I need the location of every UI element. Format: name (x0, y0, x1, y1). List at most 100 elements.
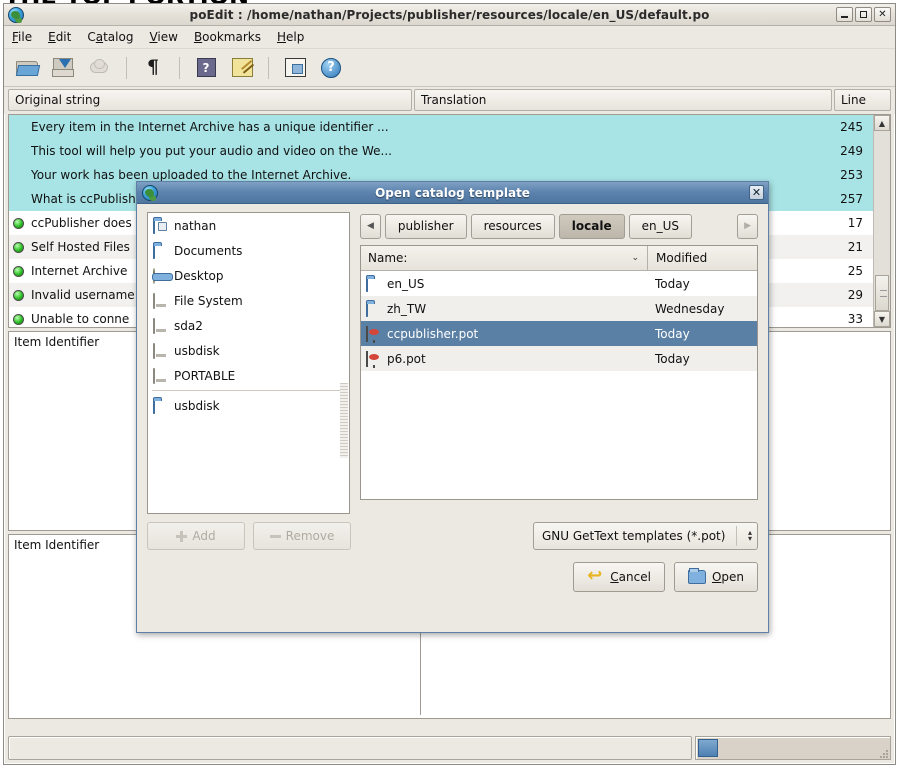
file-type-filter-select[interactable]: GNU GetText templates (*.pot) ▴ ▾ (533, 522, 758, 550)
file-name: en_US (387, 276, 425, 291)
toolbar-separator-1 (126, 56, 127, 79)
update-button[interactable] (84, 53, 116, 83)
menu-edit[interactable]: Edit (48, 30, 71, 44)
edit-comment-button[interactable] (226, 53, 258, 83)
breadcrumb-publisher[interactable]: publisher (384, 213, 467, 239)
status-message (8, 736, 692, 760)
sidebar-item-documents[interactable]: Documents (148, 238, 349, 263)
file-row-name-cell: zh_TW (361, 300, 647, 317)
minimize-button[interactable] (836, 7, 853, 22)
sidebar-item-usbdisk-bookmark[interactable]: usbdisk (148, 393, 349, 418)
file-modified: Today (655, 351, 690, 366)
file-row[interactable]: en_US Today (361, 271, 757, 296)
menu-view[interactable]: View (149, 30, 177, 44)
places-scrollbar[interactable] (340, 383, 348, 458)
folder-icon (153, 397, 170, 414)
pilcrow-icon: ¶ (146, 56, 160, 78)
file-row[interactable]: p6.pot Today (361, 346, 757, 371)
sidebar-item-usbdisk[interactable]: usbdisk (148, 338, 349, 363)
chevron-down-icon: ⌄ (631, 253, 639, 263)
maximize-button[interactable] (855, 7, 872, 22)
column-header-original[interactable]: Original string (8, 89, 412, 111)
fullscreen-button[interactable] (279, 53, 311, 83)
close-button[interactable]: ✕ (874, 7, 891, 22)
window-controls: ✕ (836, 7, 891, 22)
status-bullet-icon (13, 217, 24, 229)
open-catalog-template-dialog: Open catalog template ✕ nathan Documents (136, 181, 769, 633)
row-line: 29 (847, 288, 863, 302)
row-line: 249 (840, 144, 863, 158)
show-quotes-button[interactable]: ¶ (137, 53, 169, 83)
menu-catalog[interactable]: Catalog (87, 30, 133, 44)
scroll-track[interactable] (874, 131, 890, 311)
sidebar-item-label: nathan (174, 218, 217, 233)
dialog-close-button[interactable]: ✕ (749, 185, 764, 200)
sidebar-item-label: PORTABLE (174, 368, 236, 383)
list-column-headers: Original string Translation Line (4, 87, 895, 114)
open-button[interactable] (12, 53, 44, 83)
file-modified: Today (655, 276, 690, 291)
table-row[interactable]: This tool will help you put your audio a… (9, 139, 873, 163)
folder-icon (366, 275, 382, 292)
add-button-label: Add (192, 529, 216, 543)
sidebar-item-sda2[interactable]: sda2 (148, 313, 349, 338)
scroll-thumb[interactable] (875, 275, 889, 311)
column-header-line[interactable]: Line (834, 89, 891, 111)
sidebar-item-label: sda2 (174, 318, 203, 333)
remove-button[interactable]: Remove (253, 522, 351, 550)
remove-button-label: Remove (285, 529, 335, 543)
screen-root: THE TOP PORTION poEdit : /home/nathan/Pr… (0, 0, 901, 768)
folder-icon (366, 300, 382, 317)
resize-grip-icon[interactable] (878, 750, 888, 758)
breadcrumb-prev-button[interactable]: ◀ (360, 213, 381, 239)
add-button[interactable]: Add (147, 522, 245, 550)
cancel-button-label: Cancel (610, 570, 651, 584)
places-sidebar: nathan Documents Desktop File System sda… (147, 212, 350, 514)
row-line: 21 (847, 240, 863, 254)
column-header-translation[interactable]: Translation (414, 89, 832, 111)
menu-catalog-rest: talog (103, 30, 134, 44)
open-button[interactable]: Open (673, 562, 758, 592)
minus-icon (269, 534, 281, 538)
table-row[interactable]: Every item in the Internet Archive has a… (9, 115, 873, 139)
status-bullet-icon (13, 265, 24, 277)
progress-indicator (695, 736, 891, 760)
menu-file-rest: ile (18, 30, 33, 44)
sidebar-item-file-system[interactable]: File System (148, 288, 349, 313)
menu-bookmarks[interactable]: Bookmarks (194, 30, 261, 44)
pot-file-icon (366, 350, 382, 367)
folder-icon (687, 568, 706, 584)
drive-icon (153, 342, 170, 359)
file-row[interactable]: zh_TW Wednesday (361, 296, 757, 321)
breadcrumb-resources[interactable]: resources (470, 213, 555, 239)
breadcrumb-next-button[interactable]: ▶ (737, 213, 758, 239)
cancel-button[interactable]: Cancel (573, 562, 665, 592)
drive-icon (153, 292, 170, 309)
file-row-name-cell: ccpublisher.pot (361, 325, 647, 342)
sidebar-item-portable[interactable]: PORTABLE (148, 363, 349, 388)
save-button[interactable] (48, 53, 80, 83)
sidebar-item-label: usbdisk (174, 398, 220, 413)
scroll-down-button[interactable]: ▼ (874, 311, 890, 327)
file-row-name-cell: en_US (361, 275, 647, 292)
file-column-name[interactable]: Name: ⌄ (361, 246, 647, 270)
file-name: ccpublisher.pot (387, 326, 479, 341)
file-name: zh_TW (387, 301, 427, 316)
help-button[interactable]: ? (315, 53, 347, 83)
sidebar-item-nathan[interactable]: nathan (148, 213, 349, 238)
window-titlebar: poEdit : /home/nathan/Projects/publisher… (4, 4, 895, 26)
dialog-main-area: nathan Documents Desktop File System sda… (147, 212, 758, 514)
menu-help[interactable]: Help (277, 30, 304, 44)
list-vertical-scrollbar[interactable]: ▲ ▼ (873, 115, 890, 327)
scroll-up-button[interactable]: ▲ (874, 115, 890, 131)
file-column-modified[interactable]: Modified (647, 246, 757, 270)
fuzzy-button[interactable]: ? (190, 53, 222, 83)
menu-file[interactable]: File (12, 30, 32, 44)
sidebar-item-desktop[interactable]: Desktop (148, 263, 349, 288)
status-bullet-icon (13, 289, 24, 301)
breadcrumb-locale[interactable]: locale (558, 213, 625, 239)
toolbar-separator-2 (179, 56, 180, 79)
file-row[interactable]: ccpublisher.pot Today (361, 321, 757, 346)
breadcrumb-en-us[interactable]: en_US (628, 213, 692, 239)
menu-help-rest: elp (286, 30, 305, 44)
